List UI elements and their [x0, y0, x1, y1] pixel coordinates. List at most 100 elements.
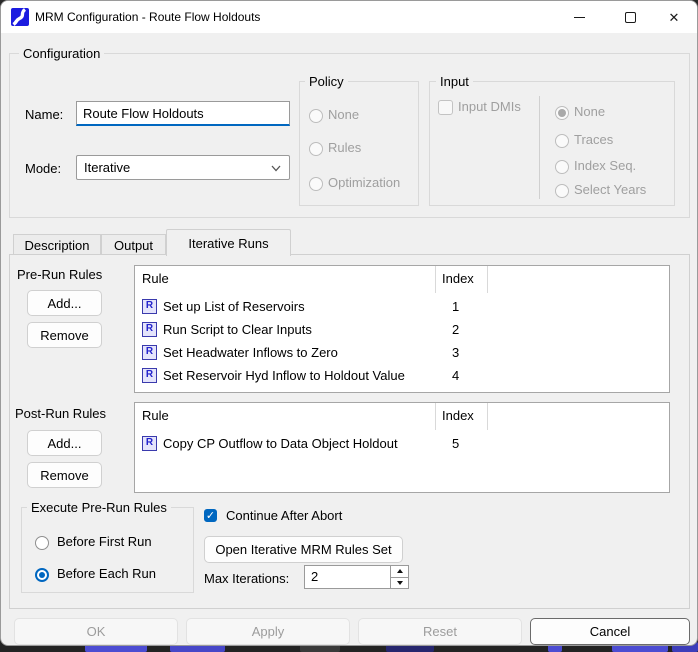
input-group-divider: [539, 96, 540, 199]
max-iterations-label: Max Iterations:: [204, 571, 289, 586]
rule-index: 1: [436, 299, 488, 314]
tab-iterative-runs[interactable]: Iterative Runs: [166, 229, 291, 256]
name-input[interactable]: [76, 101, 290, 126]
input-group: Input Input DMIs None Traces Index Seq. …: [429, 81, 675, 206]
rule-index: 5: [436, 436, 488, 451]
title-bar[interactable]: MRM Configuration - Route Flow Holdouts …: [1, 1, 697, 33]
rule-icon: R: [142, 299, 157, 314]
execute-pre-run-group: Execute Pre-Run Rules Before First Run B…: [21, 507, 194, 593]
policy-radio-none-label: None: [328, 107, 359, 122]
maximize-button[interactable]: [608, 1, 652, 33]
input-radio-traces-label: Traces: [574, 132, 613, 147]
arrow-down-icon: [397, 581, 403, 585]
post-run-add-button-label: Add...: [48, 436, 82, 451]
chevron-down-icon: [271, 165, 281, 172]
policy-radio-none[interactable]: [309, 109, 323, 123]
pre-run-rule-row[interactable]: R Set Reservoir Hyd Inflow to Holdout Va…: [135, 364, 669, 387]
input-radio-traces[interactable]: [555, 134, 569, 148]
open-iterative-mrm-rules-set-button[interactable]: Open Iterative MRM Rules Set: [204, 536, 403, 563]
spinner-controls: [390, 566, 408, 588]
check-icon: ✓: [206, 510, 215, 522]
open-iterative-mrm-rules-set-label: Open Iterative MRM Rules Set: [215, 542, 391, 557]
post-run-table-header: Rule Index: [135, 403, 669, 430]
pre-run-rule-row[interactable]: R Set up List of Reservoirs 1: [135, 295, 669, 318]
column-header-rule[interactable]: Rule: [135, 403, 436, 430]
mrm-configuration-window: MRM Configuration - Route Flow Holdouts …: [0, 0, 698, 652]
policy-radio-optimization-label: Optimization: [328, 175, 400, 190]
pre-run-rule-row[interactable]: R Set Headwater Inflows to Zero 3: [135, 341, 669, 364]
configuration-group-label: Configuration: [19, 46, 104, 61]
app-icon: [11, 8, 29, 26]
mode-value: Iterative: [84, 160, 130, 175]
input-radio-none[interactable]: [555, 106, 569, 120]
before-each-run-label: Before Each Run: [57, 566, 156, 581]
rule-icon: R: [142, 436, 157, 451]
rule-name: Set Headwater Inflows to Zero: [163, 345, 338, 360]
max-iterations-value[interactable]: 2: [305, 566, 390, 588]
policy-radio-rules[interactable]: [309, 142, 323, 156]
pre-run-add-button-label: Add...: [48, 296, 82, 311]
post-run-remove-button[interactable]: Remove: [27, 462, 102, 488]
continue-after-abort-checkbox[interactable]: ✓: [204, 509, 217, 522]
column-header-index[interactable]: Index: [436, 266, 488, 293]
rule-index: 3: [436, 345, 488, 360]
max-iterations-spinner[interactable]: 2: [304, 565, 409, 589]
arrow-up-icon: [397, 569, 403, 573]
pre-run-add-button[interactable]: Add...: [27, 290, 102, 316]
input-radio-select-years[interactable]: [555, 184, 569, 198]
post-run-rule-row[interactable]: R Copy CP Outflow to Data Object Holdout…: [135, 432, 669, 455]
rule-name: Set up List of Reservoirs: [163, 299, 305, 314]
input-dmis-checkbox-label: Input DMIs: [458, 99, 521, 114]
before-first-run-radio[interactable]: [35, 536, 49, 550]
close-icon: ✕: [669, 11, 680, 24]
input-radio-none-label: None: [574, 104, 605, 119]
policy-radio-optimization[interactable]: [309, 177, 323, 191]
input-radio-index-seq[interactable]: [555, 160, 569, 174]
cancel-button[interactable]: Cancel: [530, 618, 690, 645]
minimize-icon: [574, 17, 585, 18]
minimize-button[interactable]: [557, 1, 601, 33]
reset-button[interactable]: Reset: [358, 618, 522, 645]
spinner-down-button[interactable]: [391, 578, 408, 589]
name-label: Name:: [25, 107, 63, 122]
pre-run-rule-row[interactable]: R Run Script to Clear Inputs 2: [135, 318, 669, 341]
pre-run-table-header: Rule Index: [135, 266, 669, 293]
close-button[interactable]: ✕: [652, 1, 696, 33]
tab-description-label: Description: [24, 238, 89, 253]
mode-label: Mode:: [25, 161, 61, 176]
post-run-rules-label: Post-Run Rules: [15, 406, 106, 421]
cancel-button-label: Cancel: [590, 624, 630, 639]
apply-button[interactable]: Apply: [186, 618, 350, 645]
rule-name: Copy CP Outflow to Data Object Holdout: [163, 436, 398, 451]
rule-index: 4: [436, 368, 488, 383]
rule-icon: R: [142, 345, 157, 360]
execute-pre-run-group-label: Execute Pre-Run Rules: [27, 500, 171, 515]
post-run-add-button[interactable]: Add...: [27, 430, 102, 456]
reset-button-label: Reset: [423, 624, 457, 639]
ok-button-label: OK: [87, 624, 106, 639]
window-title: MRM Configuration - Route Flow Holdouts: [35, 10, 260, 24]
column-header-rule[interactable]: Rule: [135, 266, 436, 293]
pre-run-remove-button[interactable]: Remove: [27, 322, 102, 348]
pre-run-rules-label: Pre-Run Rules: [17, 267, 102, 282]
rule-name: Set Reservoir Hyd Inflow to Holdout Valu…: [163, 368, 405, 383]
column-header-index[interactable]: Index: [436, 403, 488, 430]
policy-group: Policy None Rules Optimization: [299, 81, 419, 206]
mode-dropdown[interactable]: Iterative: [76, 155, 290, 180]
spinner-up-button[interactable]: [391, 566, 408, 578]
before-first-run-label: Before First Run: [57, 534, 152, 549]
rule-icon: R: [142, 368, 157, 383]
policy-radio-rules-label: Rules: [328, 140, 361, 155]
input-radio-select-years-label: Select Years: [574, 182, 646, 197]
post-run-rules-table: Rule Index R Copy CP Outflow to Data Obj…: [134, 402, 670, 493]
tab-description[interactable]: Description: [13, 234, 101, 255]
tab-output[interactable]: Output: [101, 234, 166, 255]
ok-button[interactable]: OK: [14, 618, 178, 645]
post-run-remove-button-label: Remove: [40, 468, 88, 483]
rule-index: 2: [436, 322, 488, 337]
maximize-icon: [625, 12, 636, 23]
input-dmis-checkbox[interactable]: [438, 100, 453, 115]
pre-run-remove-button-label: Remove: [40, 328, 88, 343]
before-each-run-radio[interactable]: [35, 568, 49, 582]
pre-run-rules-table: Rule Index R Set up List of Reservoirs 1…: [134, 265, 670, 393]
